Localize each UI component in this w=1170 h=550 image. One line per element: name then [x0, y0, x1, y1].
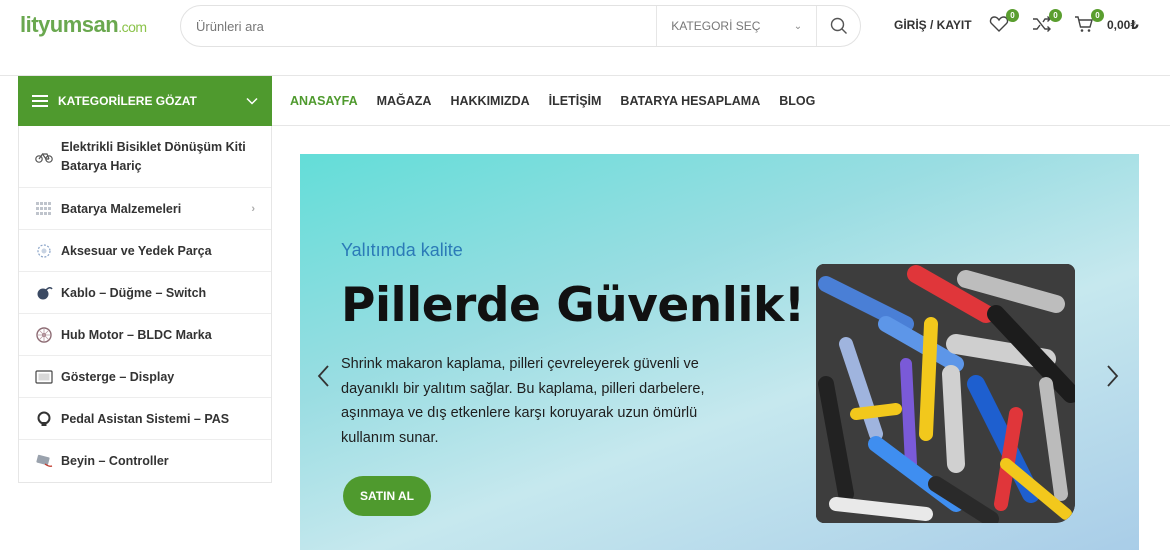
category-label: Kablo – Düğme – Switch: [61, 285, 207, 300]
nav-divider: [272, 125, 1170, 126]
nav-item-home[interactable]: ANASAYFA: [290, 94, 358, 108]
category-label: Elektrikli Bisiklet Dönüşüm Kiti Batarya…: [61, 139, 246, 173]
hero-subtitle: Yalıtımda kalite: [341, 240, 463, 260]
login-register-link[interactable]: GİRİŞ / KAYIT: [894, 12, 972, 38]
hero-description: Shrink makaron kaplama, pilleri çevreley…: [341, 356, 705, 446]
logo-text: lityumsan: [20, 12, 119, 37]
category-label: Aksesuar ve Yedek Parça: [61, 243, 212, 258]
category-list: Elektrikli Bisiklet Dönüşüm Kiti Batarya…: [18, 126, 272, 483]
slider-next-button[interactable]: [1106, 363, 1120, 396]
browse-categories-button[interactable]: KATEGORİLERE GÖZAT: [18, 76, 272, 126]
category-item-hub-motor[interactable]: Hub Motor – BLDC Marka: [19, 314, 271, 356]
logo-suffix: .com: [118, 19, 147, 35]
menu-icon: [32, 92, 48, 110]
compare-button[interactable]: 0: [1032, 9, 1062, 35]
buy-now-button[interactable]: SATIN AL: [343, 476, 431, 516]
category-label: Batarya Malzemeleri: [61, 201, 182, 216]
category-item-ebike-kit[interactable]: Elektrikli Bisiklet Dönüşüm Kiti Batarya…: [19, 126, 271, 188]
site-logo[interactable]: lityumsan.com: [20, 12, 147, 38]
wishlist-button[interactable]: 0: [989, 9, 1019, 35]
site-header: lityumsan.com KATEGORİ SEÇ ⌄ GİRİŞ / KAY…: [0, 0, 1170, 76]
display-icon: [35, 369, 53, 384]
nav-item-battery-calc[interactable]: BATARYA HESAPLAMA: [620, 94, 760, 108]
gear-parts-icon: [37, 243, 51, 258]
category-item-accessories[interactable]: Aksesuar ve Yedek Parça: [19, 230, 271, 272]
category-select-label: KATEGORİ SEÇ: [671, 19, 761, 33]
cart-button[interactable]: 0: [1074, 9, 1104, 35]
cable-icon: [37, 286, 53, 299]
pas-sensor-icon: [37, 411, 51, 426]
battery-grid-icon: [36, 201, 51, 215]
category-label: Pedal Asistan Sistemi – PAS: [61, 411, 230, 426]
hero-image-heat-shrink-tubes: [816, 264, 1075, 523]
chevron-left-icon: [317, 365, 329, 387]
compare-count-badge: 0: [1049, 9, 1062, 22]
chevron-down-icon: [246, 94, 258, 108]
chevron-right-icon: [1107, 365, 1119, 387]
category-label: Beyin – Controller: [61, 454, 169, 468]
category-item-pas[interactable]: Pedal Asistan Sistemi – PAS: [19, 398, 271, 440]
controller-icon: [36, 454, 53, 467]
nav-item-shop[interactable]: MAĞAZA: [377, 94, 432, 108]
hero-title: Pillerde Güvenlik!: [341, 278, 805, 333]
slider-prev-button[interactable]: [316, 363, 330, 396]
category-item-battery-materials[interactable]: Batarya Malzemeleri ›: [19, 188, 271, 230]
nav-item-contact[interactable]: İLETİŞİM: [549, 94, 602, 108]
search-input[interactable]: [181, 6, 657, 46]
nav-item-blog[interactable]: BLOG: [779, 94, 815, 108]
wishlist-count-badge: 0: [1006, 9, 1019, 22]
motor-icon: [36, 326, 52, 343]
category-item-cables[interactable]: Kablo – Düğme – Switch: [19, 272, 271, 314]
nav-item-about[interactable]: HAKKIMIZDA: [450, 94, 529, 108]
category-label: Gösterge – Display: [61, 369, 175, 384]
category-item-controller[interactable]: Beyin – Controller: [19, 440, 271, 482]
hero-slider: Yalıtımda kalite Pillerde Güvenlik! Shri…: [300, 154, 1139, 550]
browse-categories-label: KATEGORİLERE GÖZAT: [58, 94, 197, 108]
bicycle-icon: [35, 152, 53, 163]
main-nav: ANASAYFA MAĞAZA HAKKIMIZDA İLETİŞİM BATA…: [290, 76, 815, 126]
cart-total[interactable]: 0,00₺: [1107, 18, 1139, 32]
category-item-display[interactable]: Gösterge – Display: [19, 356, 271, 398]
chevron-right-icon: ›: [251, 202, 255, 215]
chevron-down-icon: ⌄: [793, 20, 803, 32]
cart-count-badge: 0: [1091, 9, 1104, 22]
category-select[interactable]: KATEGORİ SEÇ ⌄: [656, 6, 816, 46]
search-bar: KATEGORİ SEÇ ⌄: [180, 5, 861, 47]
search-button[interactable]: [816, 6, 860, 46]
category-label: Hub Motor – BLDC Marka: [61, 327, 212, 342]
search-icon: [830, 17, 847, 34]
